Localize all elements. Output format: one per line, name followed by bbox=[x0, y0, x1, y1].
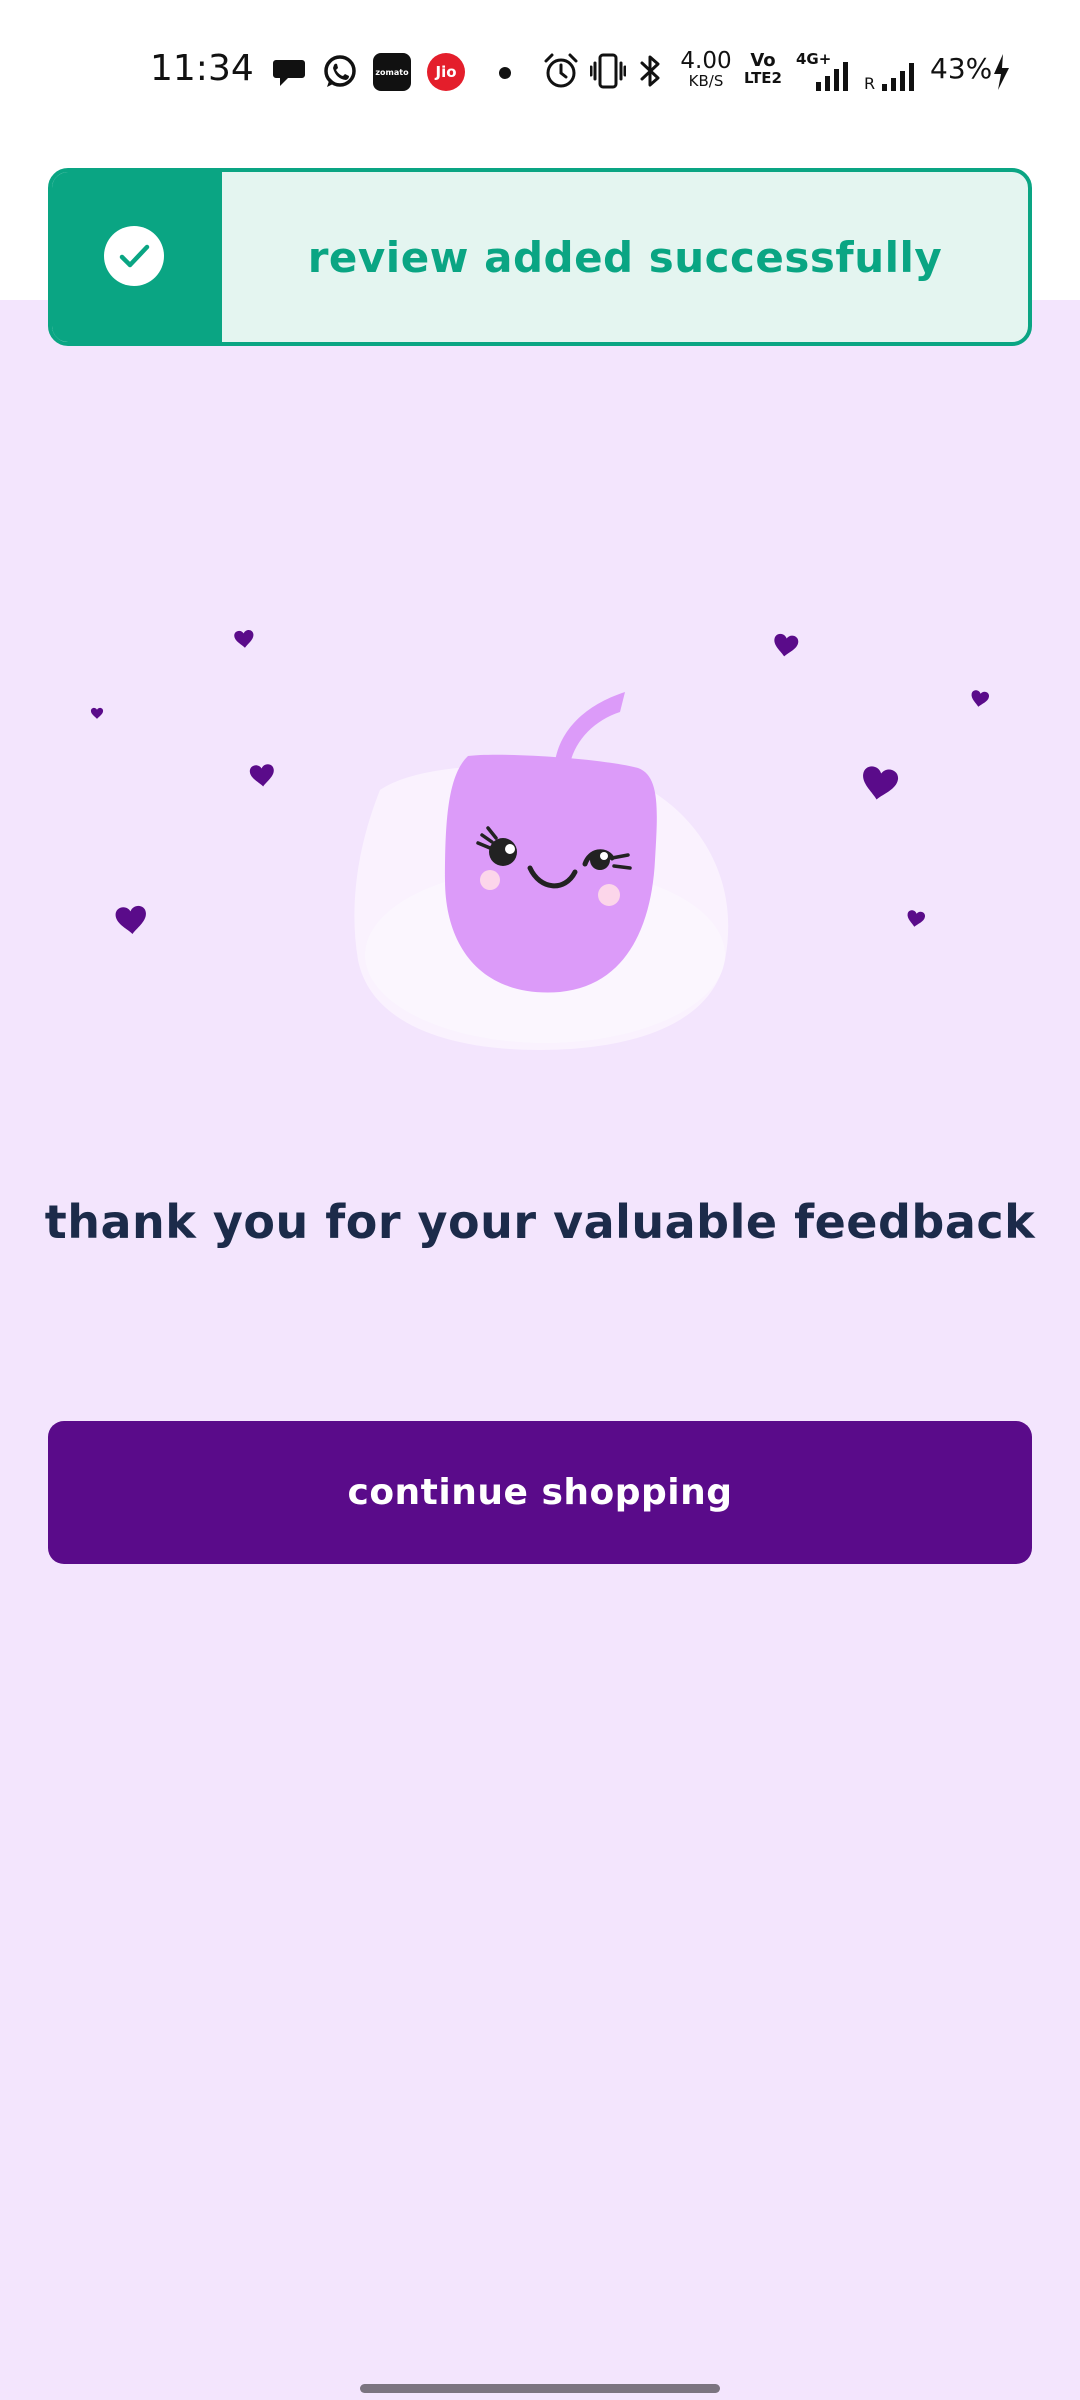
chat-bubble-icon bbox=[273, 60, 305, 86]
thank-you-message: thank you for your valuable feedback bbox=[44, 1195, 1036, 1249]
toast-message: review added successfully bbox=[307, 232, 943, 282]
roaming-signal: R bbox=[864, 52, 924, 96]
heart-icon bbox=[249, 763, 276, 788]
vibrate-icon bbox=[590, 53, 626, 89]
alarm-icon bbox=[544, 53, 578, 88]
signal-icon bbox=[882, 63, 914, 91]
toast-accent bbox=[52, 172, 222, 342]
roaming-label: R bbox=[864, 74, 876, 93]
status-row: 11:34 zomato Jio 4.00 KB/S Vo LTE2 4G+ R… bbox=[0, 36, 1080, 106]
success-toast: review added successfully bbox=[48, 168, 1032, 346]
network-type: 4G+ bbox=[796, 50, 856, 94]
network-speed-value: 4.00 bbox=[680, 48, 732, 74]
bluetooth-icon bbox=[640, 55, 660, 87]
network-speed-unit: KB/S bbox=[688, 72, 724, 90]
heart-icon bbox=[905, 909, 926, 929]
home-indicator[interactable] bbox=[360, 2384, 720, 2393]
status-time: 11:34 bbox=[150, 48, 254, 89]
zomato-icon: zomato bbox=[373, 53, 411, 91]
zomato-label: zomato bbox=[375, 67, 409, 77]
heart-icon bbox=[772, 633, 800, 659]
volte-indicator: Vo LTE2 bbox=[744, 51, 782, 87]
winking-fruit-illustration bbox=[90, 629, 990, 1050]
check-circle-icon bbox=[104, 226, 164, 286]
continue-shopping-button[interactable]: continue shopping bbox=[48, 1421, 1032, 1564]
heart-icon bbox=[859, 765, 900, 803]
heart-icon bbox=[969, 689, 990, 709]
battery-percent: 43% bbox=[930, 52, 993, 85]
heart-icon bbox=[233, 629, 255, 649]
jio-label: Jio bbox=[435, 63, 457, 81]
network-speed: 4.00 KB/S bbox=[678, 50, 734, 89]
heart-icon bbox=[90, 707, 104, 719]
dot-icon bbox=[499, 67, 511, 79]
jio-icon: Jio bbox=[427, 53, 465, 91]
signal-icon bbox=[816, 62, 848, 91]
whatsapp-icon bbox=[324, 55, 356, 87]
volte-bottom: LTE2 bbox=[744, 68, 782, 87]
charging-icon bbox=[994, 54, 1009, 90]
heart-icon bbox=[114, 905, 148, 936]
